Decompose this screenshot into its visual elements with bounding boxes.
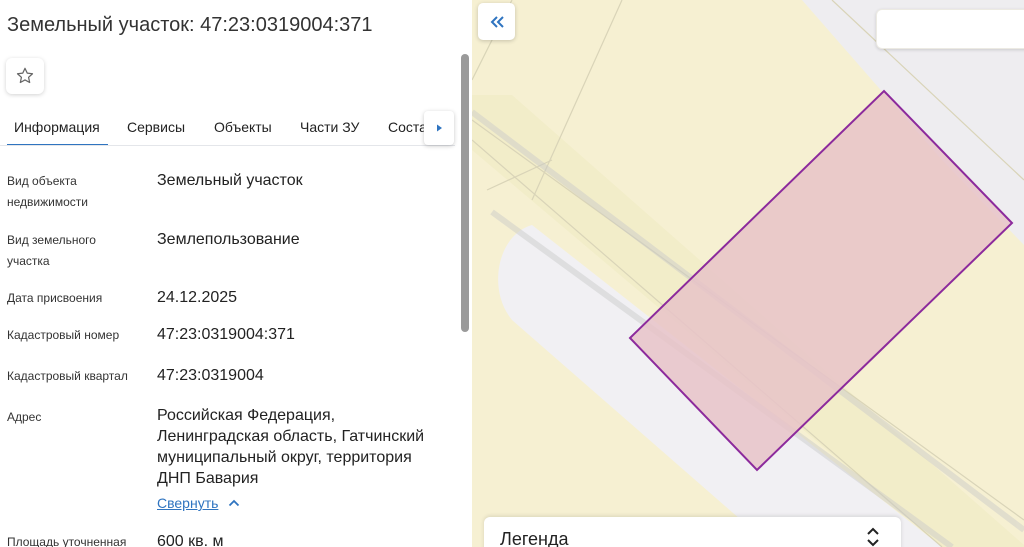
tabs-scroll-right-button[interactable] (424, 111, 454, 145)
collapse-address-link[interactable]: Свернуть (157, 495, 240, 511)
info-panel: Земельный участок: 47:23:0319004:371 Инф… (0, 0, 472, 547)
tab-information[interactable]: Информация (7, 119, 108, 145)
object-type-label-line2: недвижимости (7, 195, 88, 209)
double-chevron-left-icon (490, 15, 504, 28)
address-value: Российская Федерация, Ленинградская обла… (157, 405, 452, 489)
tab-parts[interactable]: Части ЗУ (300, 119, 359, 135)
map-canvas[interactable] (472, 0, 1024, 547)
assign-date-label: Дата присвоения (7, 291, 103, 305)
tab-composition[interactable]: Соста (388, 119, 427, 135)
collapse-panel-button[interactable] (478, 3, 515, 40)
map-search-input[interactable] (876, 9, 1024, 49)
chevron-up-icon (229, 499, 240, 507)
map-layer (472, 0, 1024, 547)
cadastral-quarter-value: 47:23:0319004 (157, 367, 264, 384)
object-type-value: Земельный участок (157, 172, 303, 189)
chevron-up-down-icon[interactable] (866, 527, 880, 547)
object-type-label: Вид объекта недвижимости (7, 171, 147, 213)
land-type-label-line1: Вид земельного (7, 233, 96, 247)
tab-services[interactable]: Сервисы (127, 119, 185, 135)
collapse-link-label: Свернуть (157, 495, 219, 511)
tab-bar: Информация Сервисы Объекты Части ЗУ Сост… (0, 110, 455, 146)
area-label: Площадь уточненная (7, 535, 127, 547)
cadastral-number-value: 47:23:0319004:371 (157, 326, 295, 343)
assign-date-value: 24.12.2025 (157, 289, 238, 306)
legend-panel[interactable]: Легенда (484, 517, 901, 547)
address-line: муниципальный округ, территория (157, 449, 412, 466)
cadastral-quarter-label: Кадастровый квартал (7, 369, 128, 383)
address-line: Ленинградская область, Гатчинский (157, 428, 425, 445)
area-value: 600 кв. м (157, 533, 224, 547)
triangle-right-icon (437, 124, 442, 132)
land-type-value: Землепользование (157, 231, 300, 248)
address-line: Российская Федерация, (157, 407, 336, 424)
address-line: ДНП Бавария (157, 470, 259, 487)
land-type-label-line2: участка (7, 254, 50, 268)
page-title: Земельный участок: 47:23:0319004:371 (7, 14, 373, 36)
tab-objects[interactable]: Объекты (214, 119, 272, 135)
panel-scrollbar-thumb[interactable] (461, 54, 469, 332)
address-label: Адрес (7, 410, 42, 424)
object-type-label-line1: Вид объекта (7, 174, 77, 188)
star-outline-icon (16, 67, 34, 84)
legend-title: Легенда (500, 529, 569, 547)
cadastral-number-label: Кадастровый номер (7, 328, 120, 342)
favorite-button[interactable] (6, 58, 44, 94)
land-type-label: Вид земельного участка (7, 230, 147, 272)
